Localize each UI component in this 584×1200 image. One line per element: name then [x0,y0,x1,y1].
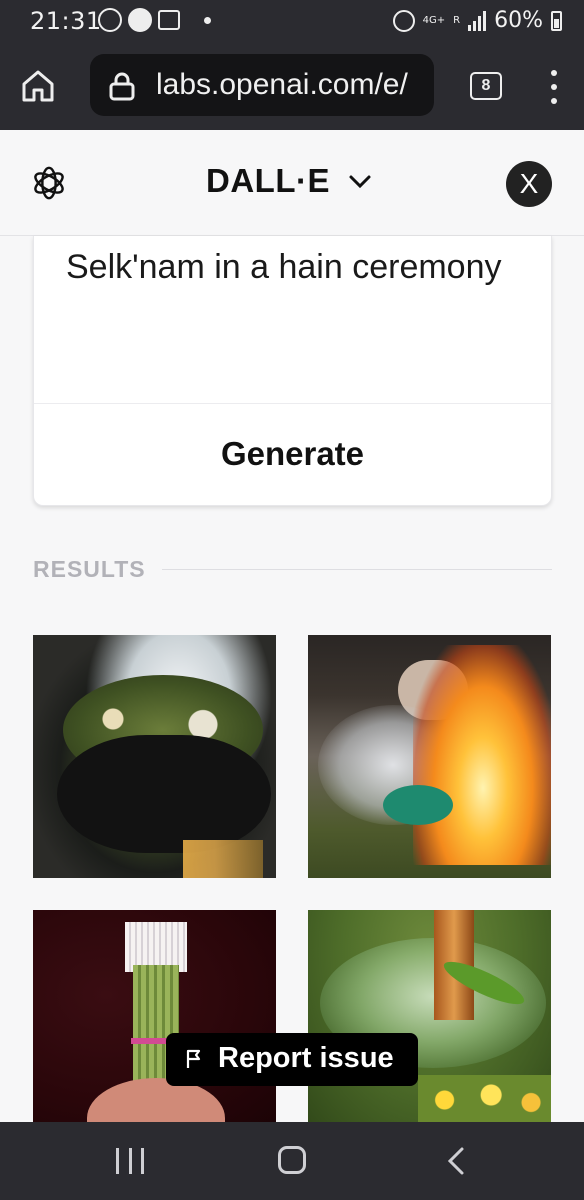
lock-icon [109,72,135,101]
recent-apps-icon[interactable] [116,1148,144,1174]
result-image-2[interactable] [308,635,551,878]
whatsapp-icon [98,8,122,32]
prompt-input[interactable]: Selk'nam in a hain ceremony [66,242,526,292]
roaming-label: R [453,14,461,26]
roaming-indicator: R [453,14,461,26]
address-bar[interactable]: labs.openai.com/e/ [90,54,434,116]
app-header: DALL·E X [0,130,584,236]
report-issue-button[interactable]: Report issue [166,1033,418,1086]
network-indicator: 4G+ [422,14,446,26]
app-title[interactable]: DALL·E [206,162,330,200]
back-icon[interactable] [446,1146,466,1176]
battery-percent: 60% [494,8,543,33]
notification-icons [98,8,211,32]
openai-logo-icon[interactable] [30,164,68,202]
status-bar: 21:31 4G+ R 60% [0,0,584,42]
chevron-down-icon[interactable] [348,174,372,190]
close-button[interactable]: X [506,161,552,207]
results-divider [162,569,552,570]
results-heading: RESULTS [33,556,146,582]
signal-icon [468,10,487,31]
generate-button[interactable]: Generate [34,404,551,505]
alarm-icon [392,9,415,32]
system-icons: 4G+ R 60% [392,8,562,33]
report-issue-label: Report issue [218,1042,394,1074]
tabs-button[interactable]: 8 [470,72,502,100]
gallery-icon [158,10,180,30]
result-image-1[interactable] [33,635,276,878]
network-type: 4G+ [422,14,446,26]
browser-toolbar: labs.openai.com/e/ 8 [0,42,584,130]
home-nav-icon[interactable] [278,1146,306,1174]
system-nav-bar [0,1122,584,1200]
message-icon [128,8,152,32]
clock: 21:31 [30,7,102,35]
result-image-4[interactable] [308,910,551,1122]
home-icon[interactable] [18,66,58,106]
result-image-3[interactable] [33,910,276,1122]
flag-icon [186,1049,201,1068]
browser-menu-icon[interactable] [550,70,558,104]
url-text: labs.openai.com/e/ [156,68,408,101]
more-notifications-icon [204,16,211,24]
battery-icon [551,10,562,31]
prompt-card: Selk'nam in a hain ceremony Generate [33,236,552,506]
